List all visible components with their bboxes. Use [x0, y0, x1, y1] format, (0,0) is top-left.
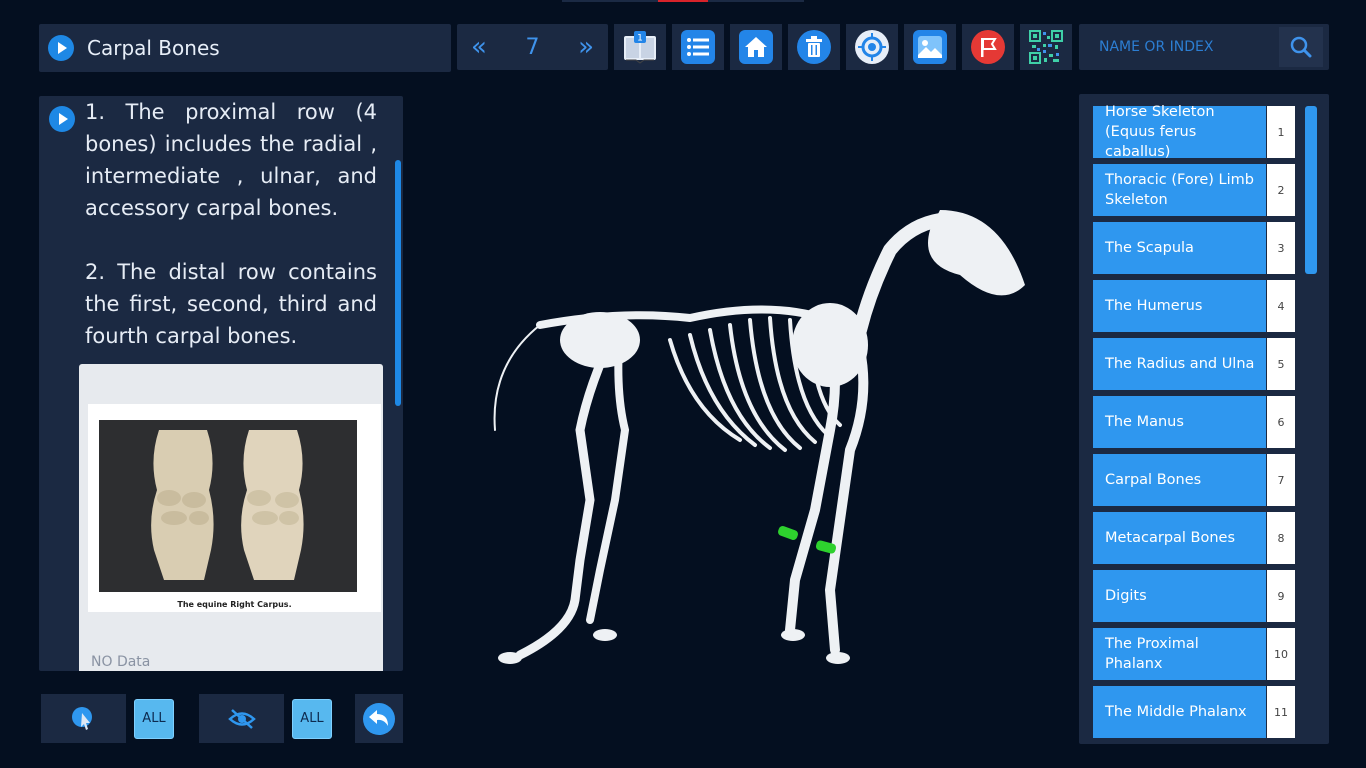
- play-audio-icon[interactable]: [48, 35, 74, 61]
- list-item[interactable]: Horse Skeleton (Equus ferus caballus) 1: [1093, 104, 1295, 160]
- list-item[interactable]: Thoracic (Fore) Limb Skeleton 2: [1093, 164, 1295, 216]
- search-button[interactable]: [1279, 27, 1323, 67]
- no-data-label: NO Data: [91, 654, 151, 670]
- list-item[interactable]: The Radius and Ulna 5: [1093, 338, 1295, 390]
- description-text: 1. The proximal row (4 bones) includes t…: [85, 96, 377, 352]
- description-paragraph-1: 1. The proximal row (4 bones) includes t…: [85, 100, 377, 220]
- select-all-button[interactable]: ALL: [134, 698, 174, 739]
- hide-all-button[interactable]: ALL: [292, 698, 332, 739]
- qr-code-button[interactable]: [1020, 24, 1072, 70]
- list-item[interactable]: The Proximal Phalanx 10: [1093, 628, 1295, 680]
- highlighted-carpal-left[interactable]: [777, 525, 799, 541]
- horse-skeleton-model[interactable]: [440, 180, 1060, 680]
- next-page-button[interactable]: »: [578, 34, 594, 60]
- delete-button[interactable]: [788, 24, 840, 70]
- focus-button[interactable]: [846, 24, 898, 70]
- previous-page-button[interactable]: «: [471, 34, 487, 60]
- book-badge: 1: [637, 34, 643, 44]
- home-button[interactable]: [730, 24, 782, 70]
- qr-code-icon: [1028, 29, 1064, 65]
- trash-icon: [797, 30, 831, 64]
- select-all-toggle[interactable]: ALL: [130, 694, 178, 743]
- page-title: Carpal Bones: [87, 36, 220, 60]
- undo-button[interactable]: [355, 694, 403, 743]
- list-scrollbar[interactable]: [1305, 106, 1317, 274]
- model-viewport[interactable]: [440, 180, 1060, 680]
- image-caption: The equine Right Carpus.: [177, 600, 292, 609]
- description-scrollbar[interactable]: [395, 160, 401, 406]
- top-accent-red: [658, 0, 708, 2]
- carpus-figure: The equine Right Carpus.: [88, 404, 381, 612]
- hide-all-toggle[interactable]: ALL: [288, 694, 336, 743]
- topic-list: Horse Skeleton (Equus ferus caballus) 1 T…: [1079, 94, 1329, 744]
- list-item[interactable]: Metacarpal Bones 8: [1093, 512, 1295, 564]
- book-button[interactable]: 1: [614, 24, 666, 70]
- list-item[interactable]: The Humerus 4: [1093, 280, 1295, 332]
- flag-button[interactable]: [962, 24, 1014, 70]
- list-item[interactable]: The Manus 6: [1093, 396, 1295, 448]
- hide-mode-button[interactable]: [199, 694, 284, 743]
- search-input[interactable]: NAME OR INDEX: [1099, 39, 1279, 55]
- image-button[interactable]: [904, 24, 956, 70]
- list-item[interactable]: Carpal Bones 7: [1093, 454, 1295, 506]
- top-accent-bar: [562, 0, 804, 2]
- description-paragraph-2: 2. The distal row contains the first, se…: [85, 260, 377, 348]
- eye-hidden-icon: [227, 708, 256, 729]
- description-image-card: The equine Right Carpus. NO Data: [79, 364, 383, 671]
- description-panel: 1. The proximal row (4 bones) includes t…: [39, 96, 403, 671]
- hand-cursor-icon: [71, 706, 92, 730]
- undo-icon: [363, 702, 395, 735]
- page-number: 7: [525, 34, 540, 60]
- select-mode-button[interactable]: [41, 694, 126, 743]
- pager: « 7 »: [457, 24, 608, 70]
- list-item[interactable]: The Middle Phalanx 11: [1093, 686, 1295, 738]
- book-icon: 1: [624, 31, 656, 64]
- list-icon: [681, 30, 715, 64]
- home-icon: [739, 30, 773, 64]
- title-bar: Carpal Bones: [39, 24, 451, 72]
- search-bar: NAME OR INDEX: [1079, 24, 1329, 70]
- list-button[interactable]: [672, 24, 724, 70]
- target-icon: [855, 30, 889, 64]
- play-description-icon[interactable]: [49, 106, 75, 132]
- list-item[interactable]: Digits 9: [1093, 570, 1295, 622]
- search-icon: [1290, 36, 1312, 58]
- list-item[interactable]: The Scapula 3: [1093, 222, 1295, 274]
- image-icon: [913, 30, 947, 64]
- carpus-photo: [99, 420, 357, 592]
- flag-icon: [971, 30, 1005, 64]
